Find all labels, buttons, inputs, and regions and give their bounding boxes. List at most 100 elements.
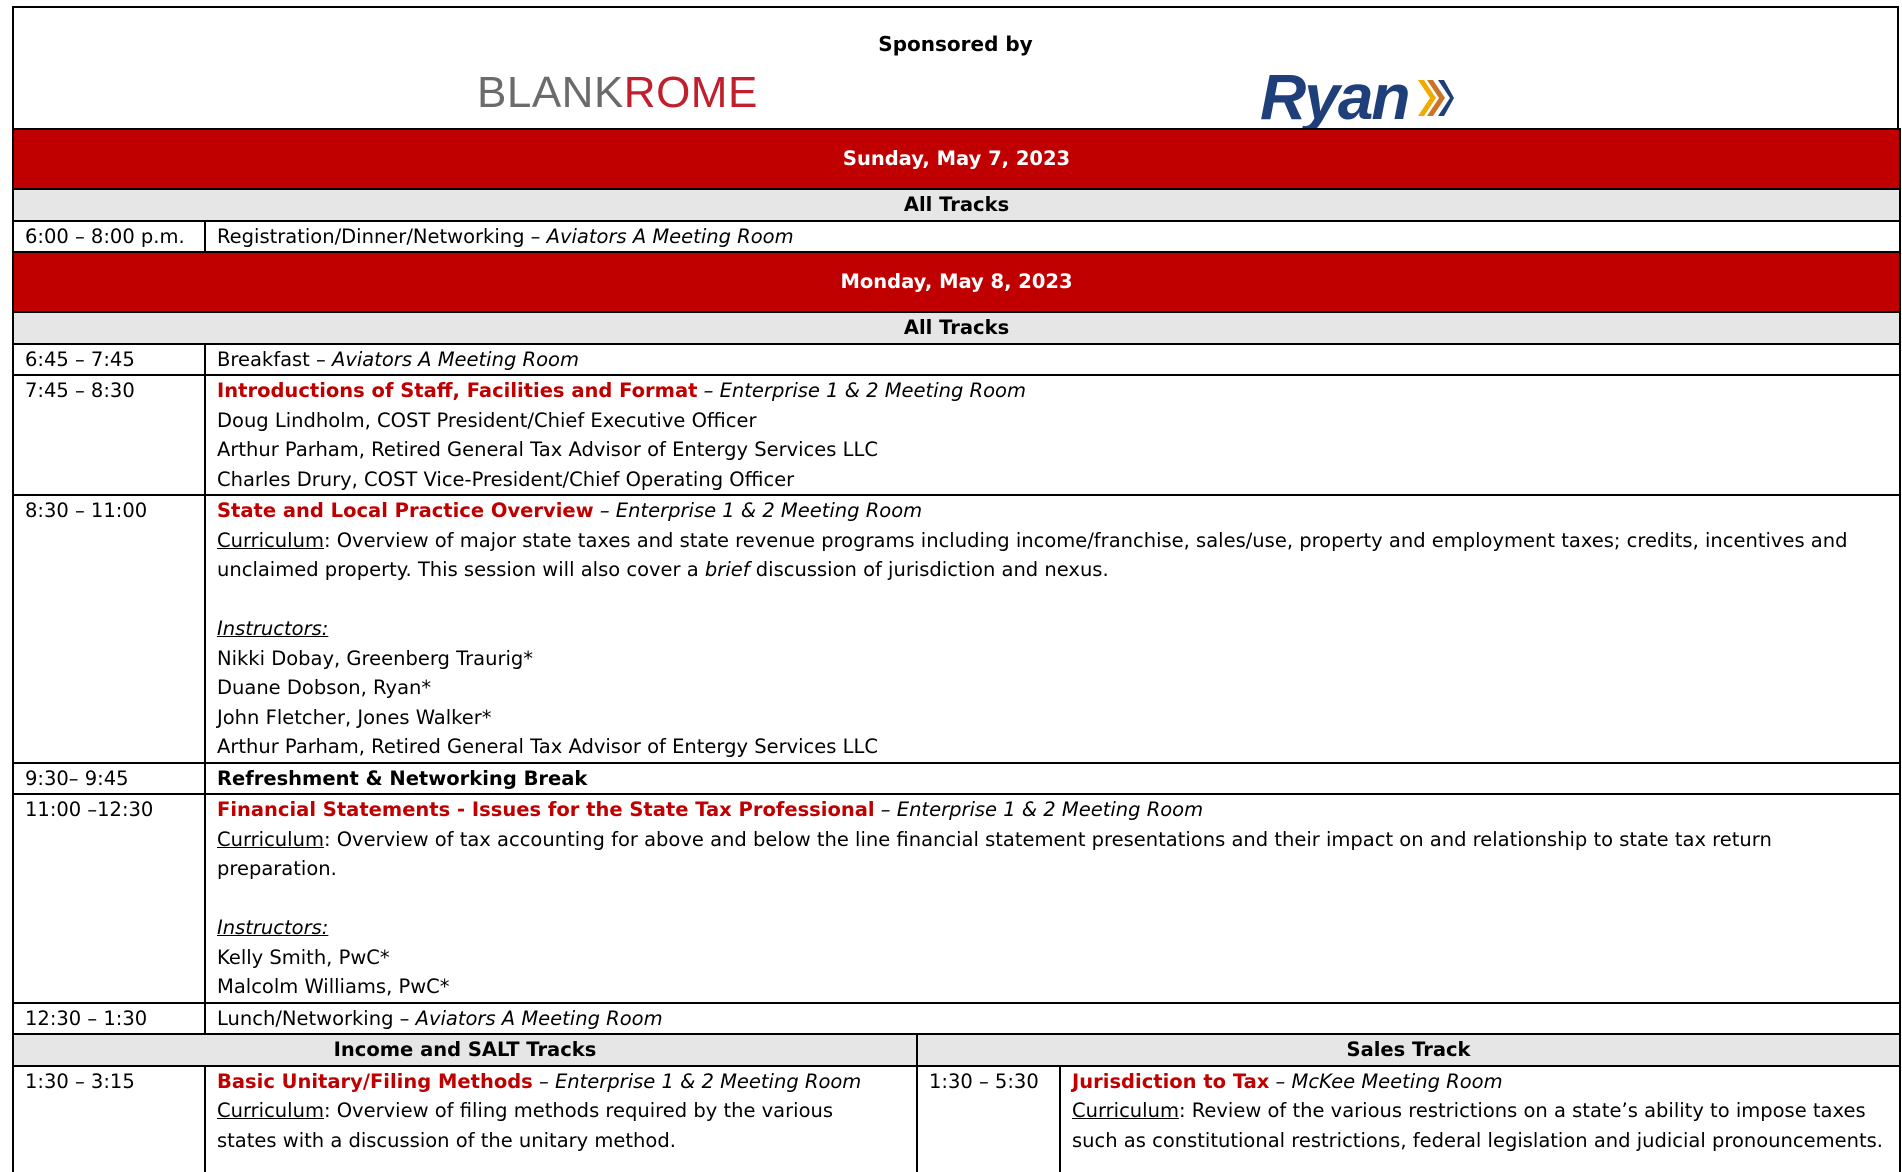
curriculum-text: : Overview of major state taxes and stat… [323, 528, 1848, 552]
curriculum-line: Curriculum: Review of the various restri… [1072, 1096, 1888, 1126]
session-time: 6:00 – 8:00 p.m. [12, 219, 206, 253]
session-row-financial: 11:00 –12:30 Financial Statements - Issu… [12, 793, 1902, 1004]
instructor-line: Malcolm Williams, PwC* [217, 975, 450, 998]
session-room: Aviators A Meeting Room [546, 224, 794, 248]
session-details: Introductions of Staff, Facilities and F… [203, 374, 1902, 496]
speaker-line: Doug Lindholm, COST President/Chief Exec… [217, 408, 757, 432]
track-label: All Tracks [11, 188, 1902, 222]
session-details: Registration/Dinner/Networking – Aviator… [203, 219, 1902, 253]
session-row-breakfast: 6:45 – 7:45 Breakfast – Aviators A Meeti… [12, 342, 1902, 376]
track-label-income-salt: Income and SALT Tracks [12, 1033, 918, 1067]
session-details: State and Local Practice Overview – Ente… [203, 494, 1902, 764]
curriculum-label: Curriculum [217, 827, 324, 851]
session-title: Introductions of Staff, Facilities and F… [217, 379, 698, 402]
track-header-all: All Tracks [11, 311, 1902, 345]
curriculum-label: Curriculum [217, 528, 324, 552]
session-heading: Basic Unitary/Filing Methods – Enterpris… [217, 1068, 905, 1097]
blankrome-logo: BLANKROME [477, 68, 758, 118]
speaker-line: Arthur Parham, Retired General Tax Advis… [217, 438, 878, 461]
session-row-break: 9:30– 9:45 Refreshment & Networking Brea… [12, 761, 1902, 795]
curriculum-line: Curriculum: Overview of tax accounting f… [217, 825, 1888, 855]
session-time: 9:30– 9:45 [12, 761, 206, 795]
session-details: Jurisdiction to Tax – McKee Meeting Room… [1058, 1064, 1902, 1172]
session-time: 12:30 – 1:30 [12, 1001, 206, 1035]
instructor-line: Kelly Smith, PwC* [217, 945, 390, 969]
schedule-table: Sunday, May 7, 2023 All Tracks 6:00 – 8:… [11, 128, 1902, 1172]
day-label: Sunday, May 7, 2023 [11, 128, 1902, 190]
session-room: Enterprise 1 & 2 Meeting Room [615, 499, 923, 522]
curriculum-text: unclaimed property. This session will al… [217, 558, 705, 581]
session-title: Basic Unitary/Filing Methods [217, 1069, 533, 1093]
session-row: 6:00 – 8:00 p.m. Registration/Dinner/Net… [12, 219, 1902, 253]
session-room: Enterprise 1 & 2 Meeting Room [896, 798, 1204, 821]
curriculum-line: preparation. [217, 857, 337, 880]
curriculum-emphasis: brief [704, 558, 750, 581]
instructor-line: Nikki Dobay, Greenberg Traurig* [217, 646, 534, 670]
curriculum-line: Curriculum: Overview of filing methods r… [217, 1096, 905, 1126]
instructors-label: Instructors: [217, 617, 329, 640]
session-time: 1:30 – 3:15 [12, 1064, 206, 1172]
session-details: Breakfast – Aviators A Meeting Room [203, 342, 1902, 376]
track-label-sales: Sales Track [915, 1033, 1902, 1067]
curriculum-line: states with a discussion of the unitary … [217, 1128, 676, 1152]
session-details: Basic Unitary/Filing Methods – Enterpris… [204, 1064, 918, 1172]
track-header-split: Income and SALT Tracks Sales Track [12, 1033, 1902, 1067]
session-separator: – [1269, 1069, 1292, 1093]
session-separator: – [593, 499, 616, 522]
track-label: All Tracks [11, 311, 1902, 345]
session-title: Jurisdiction to Tax [1072, 1069, 1270, 1093]
session-room: McKee Meeting Room [1291, 1069, 1503, 1093]
curriculum-line: Curriculum: Overview of major state taxe… [217, 526, 1888, 556]
session-heading: Jurisdiction to Tax – McKee Meeting Room [1072, 1068, 1888, 1097]
curriculum-label: Curriculum [1072, 1099, 1179, 1122]
session-separator: – [532, 1069, 555, 1093]
agenda-page: Sponsored by BLANKROME Ryan Sunday, May … [0, 0, 1902, 1172]
blankrome-logo-blank: BLANK [477, 68, 624, 117]
instructor-line: Duane Dobson, Ryan* [217, 676, 432, 699]
session-time: 1:30 – 5:30 [916, 1064, 1061, 1172]
session-time: 8:30 – 11:00 [12, 494, 206, 764]
speaker-line: Charles Drury, COST Vice-President/Chief… [217, 467, 795, 491]
session-time: 11:00 –12:30 [12, 793, 206, 1004]
session-details: Lunch/Networking – Aviators A Meeting Ro… [203, 1001, 1902, 1035]
blankrome-logo-rome: ROME [623, 68, 758, 117]
curriculum-text: discussion of jurisdiction and nexus. [749, 558, 1109, 581]
curriculum-text: : Overview of tax accounting for above a… [323, 827, 1772, 851]
curriculum-text: : Review of the various restrictions on … [1178, 1099, 1866, 1122]
curriculum-line: such as constitutional restrictions, fed… [1072, 1128, 1883, 1152]
session-details: Financial Statements - Issues for the St… [203, 793, 1902, 1004]
session-heading: Introductions of Staff, Facilities and F… [217, 377, 1888, 406]
day-label: Monday, May 8, 2023 [11, 251, 1902, 313]
session-heading: State and Local Practice Overview – Ente… [217, 497, 1888, 526]
sponsor-section: Sponsored by BLANKROME Ryan [12, 6, 1899, 132]
session-room: Enterprise 1 & 2 Meeting Room [719, 379, 1026, 402]
session-time: 7:45 – 8:30 [12, 374, 206, 496]
session-title: State and Local Practice Overview [217, 499, 594, 522]
session-time: 6:45 – 7:45 [12, 342, 206, 376]
sponsor-label: Sponsored by [878, 32, 1033, 56]
track-header-all: All Tracks [11, 188, 1902, 222]
session-row-overview: 8:30 – 11:00 State and Local Practice Ov… [12, 494, 1902, 764]
session-text: Lunch/Networking – [217, 1006, 416, 1030]
ryan-logo: Ryan [1260, 62, 1454, 132]
day-header-monday: Monday, May 8, 2023 [11, 251, 1902, 313]
session-separator: – [874, 798, 897, 821]
session-row-lunch: 12:30 – 1:30 Lunch/Networking – Aviators… [12, 1001, 1902, 1035]
session-text: Breakfast – [217, 347, 332, 371]
instructor-line: John Fletcher, Jones Walker* [217, 705, 492, 729]
day-header-sunday: Sunday, May 7, 2023 [11, 128, 1902, 190]
session-room: Enterprise 1 & 2 Meeting Room [554, 1069, 862, 1093]
session-title: Financial Statements - Issues for the St… [217, 798, 875, 821]
curriculum-label: Curriculum [217, 1099, 324, 1122]
session-row-split: 1:30 – 3:15 Basic Unitary/Filing Methods… [12, 1064, 1902, 1172]
curriculum-text: : Overview of filing methods required by… [323, 1099, 834, 1122]
curriculum-line: unclaimed property. This session will al… [217, 555, 1888, 585]
instructors-label: Instructors: [217, 916, 329, 939]
ryan-logo-wordmark: Ryan [1260, 61, 1410, 133]
session-row-introductions: 7:45 – 8:30 Introductions of Staff, Faci… [12, 374, 1902, 496]
session-room: Aviators A Meeting Room [331, 347, 579, 371]
session-room: Aviators A Meeting Room [415, 1006, 663, 1030]
instructor-line: Arthur Parham, Retired General Tax Advis… [217, 735, 878, 758]
session-text: Refreshment & Networking Break [203, 761, 1902, 795]
